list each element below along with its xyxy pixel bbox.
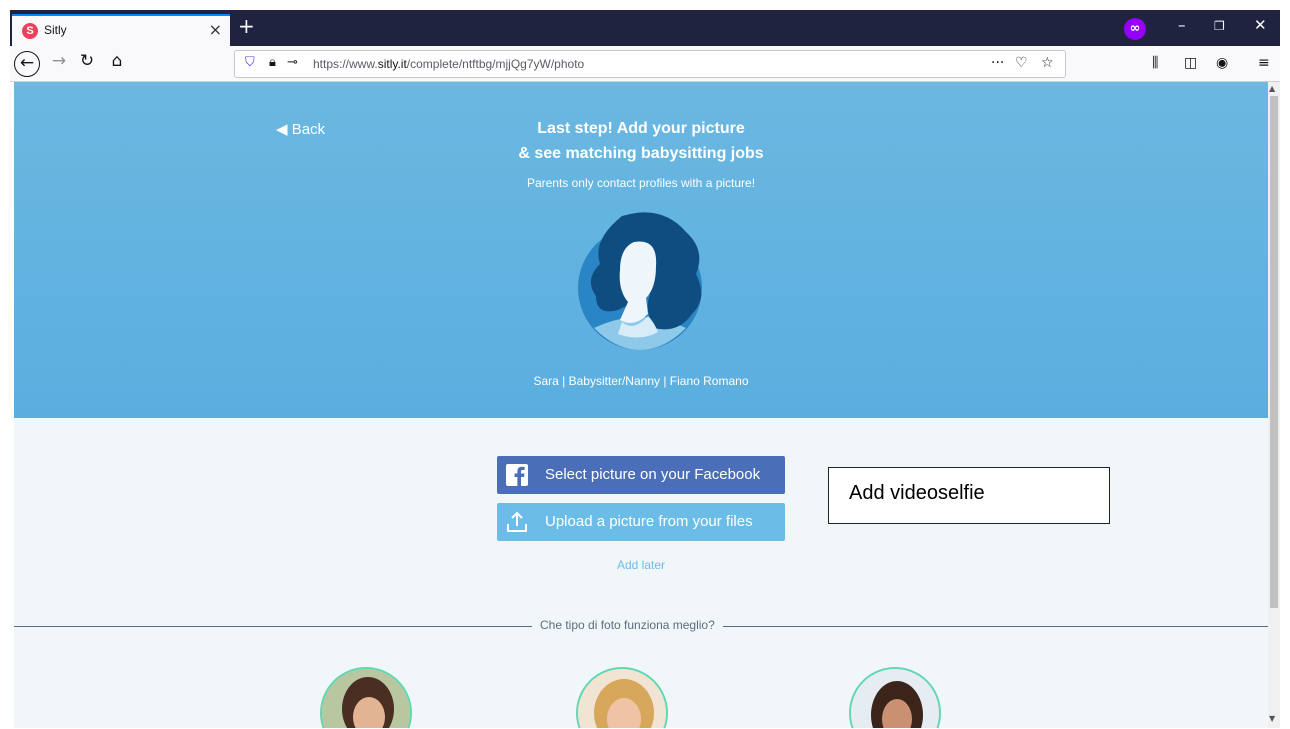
scroll-up-icon[interactable]: ▲ <box>1269 84 1275 93</box>
example-photo-3 <box>849 667 941 728</box>
tab-title: Sitly <box>44 23 67 37</box>
browser-window: S Sitly × + ∞ – ❐ ✕ ← → ↻ ⌂ ⛉ 🔒︎ ⊸ https… <box>0 0 1290 729</box>
restore-icon[interactable]: ❐ <box>1214 19 1225 33</box>
scroll-down-icon[interactable]: ▼ <box>1269 714 1275 723</box>
upload-icon <box>507 511 527 532</box>
navigation-toolbar: ← → ↻ ⌂ ⛉ 🔒︎ ⊸ https://www.sitly.it/comp… <box>10 46 1280 82</box>
shield-icon[interactable]: ⛉ <box>245 55 255 70</box>
scroll-thumb[interactable] <box>1270 96 1278 608</box>
example-photo-2-image <box>578 669 666 728</box>
facebook-button-label: Select picture on your Facebook <box>545 466 761 483</box>
add-videoselfie-label: Add videoselfie <box>849 482 985 504</box>
page-actions-icon[interactable]: ··· <box>991 55 1004 71</box>
url-bar[interactable]: ⛉ 🔒︎ ⊸ https://www.sitly.it/complete/ntf… <box>234 50 1066 78</box>
example-photo-2 <box>576 667 668 728</box>
sidebar-icon[interactable]: ◫ <box>1184 55 1197 71</box>
tab-sitly[interactable]: S Sitly × <box>12 14 230 46</box>
minimize-icon[interactable]: – <box>1178 16 1186 34</box>
example-photo-1 <box>320 667 412 728</box>
tab-strip: S Sitly × + ∞ – ❐ ✕ <box>10 10 1280 46</box>
pocket-icon[interactable]: ♡ <box>1015 55 1028 71</box>
menu-icon[interactable]: ≡ <box>1258 55 1270 71</box>
new-tab-button[interactable]: + <box>238 14 255 38</box>
page-content: ◀ Back Last step! Add your picture & see… <box>14 82 1268 728</box>
facebook-picture-button[interactable]: Select picture on your Facebook <box>497 456 785 494</box>
close-tab-icon[interactable]: × <box>209 20 222 39</box>
page-subtitle: Parents only contact profiles with a pic… <box>526 176 756 190</box>
account-icon[interactable]: ◉ <box>1216 55 1228 71</box>
forward-icon[interactable]: → <box>46 51 72 77</box>
back-icon[interactable]: ← <box>14 51 40 77</box>
hero-banner: ◀ Back Last step! Add your picture & see… <box>14 82 1268 418</box>
library-icon[interactable]: ⫼ <box>1152 55 1158 71</box>
upload-picture-button[interactable]: Upload a picture from your files <box>497 503 785 541</box>
page-title-line-1: Last step! Add your picture <box>537 120 745 137</box>
profile-summary: Sara | Babysitter/Nanny | Fiano Romano <box>533 374 749 388</box>
add-videoselfie-box[interactable]: Add videoselfie <box>828 467 1110 524</box>
close-window-icon[interactable]: ✕ <box>1254 16 1267 34</box>
example-photo-1-image <box>322 669 410 728</box>
vertical-scrollbar[interactable]: ▲ ▼ <box>1268 82 1280 728</box>
private-mask-icon[interactable]: ∞ <box>1124 18 1146 40</box>
star-icon[interactable]: ☆ <box>1041 55 1054 71</box>
url-text[interactable]: https://www.sitly.it/complete/ntftbg/mjj… <box>313 57 584 71</box>
home-icon[interactable]: ⌂ <box>104 51 130 77</box>
example-photo-3-image <box>851 669 939 728</box>
reload-icon[interactable]: ↻ <box>74 51 100 77</box>
key-icon[interactable]: ⊸ <box>287 55 298 70</box>
sitly-favicon-icon: S <box>22 23 38 39</box>
facebook-icon <box>506 464 528 486</box>
upload-button-label: Upload a picture from your files <box>545 513 753 530</box>
page-title-line-2: & see matching babysitting jobs <box>518 145 764 162</box>
lock-icon[interactable]: 🔒︎ <box>269 55 276 70</box>
avatar-placeholder-illustration <box>578 212 702 350</box>
divider-label: Che tipo di foto funziona meglio? <box>532 618 723 632</box>
add-later-link[interactable]: Add later <box>14 558 1268 572</box>
